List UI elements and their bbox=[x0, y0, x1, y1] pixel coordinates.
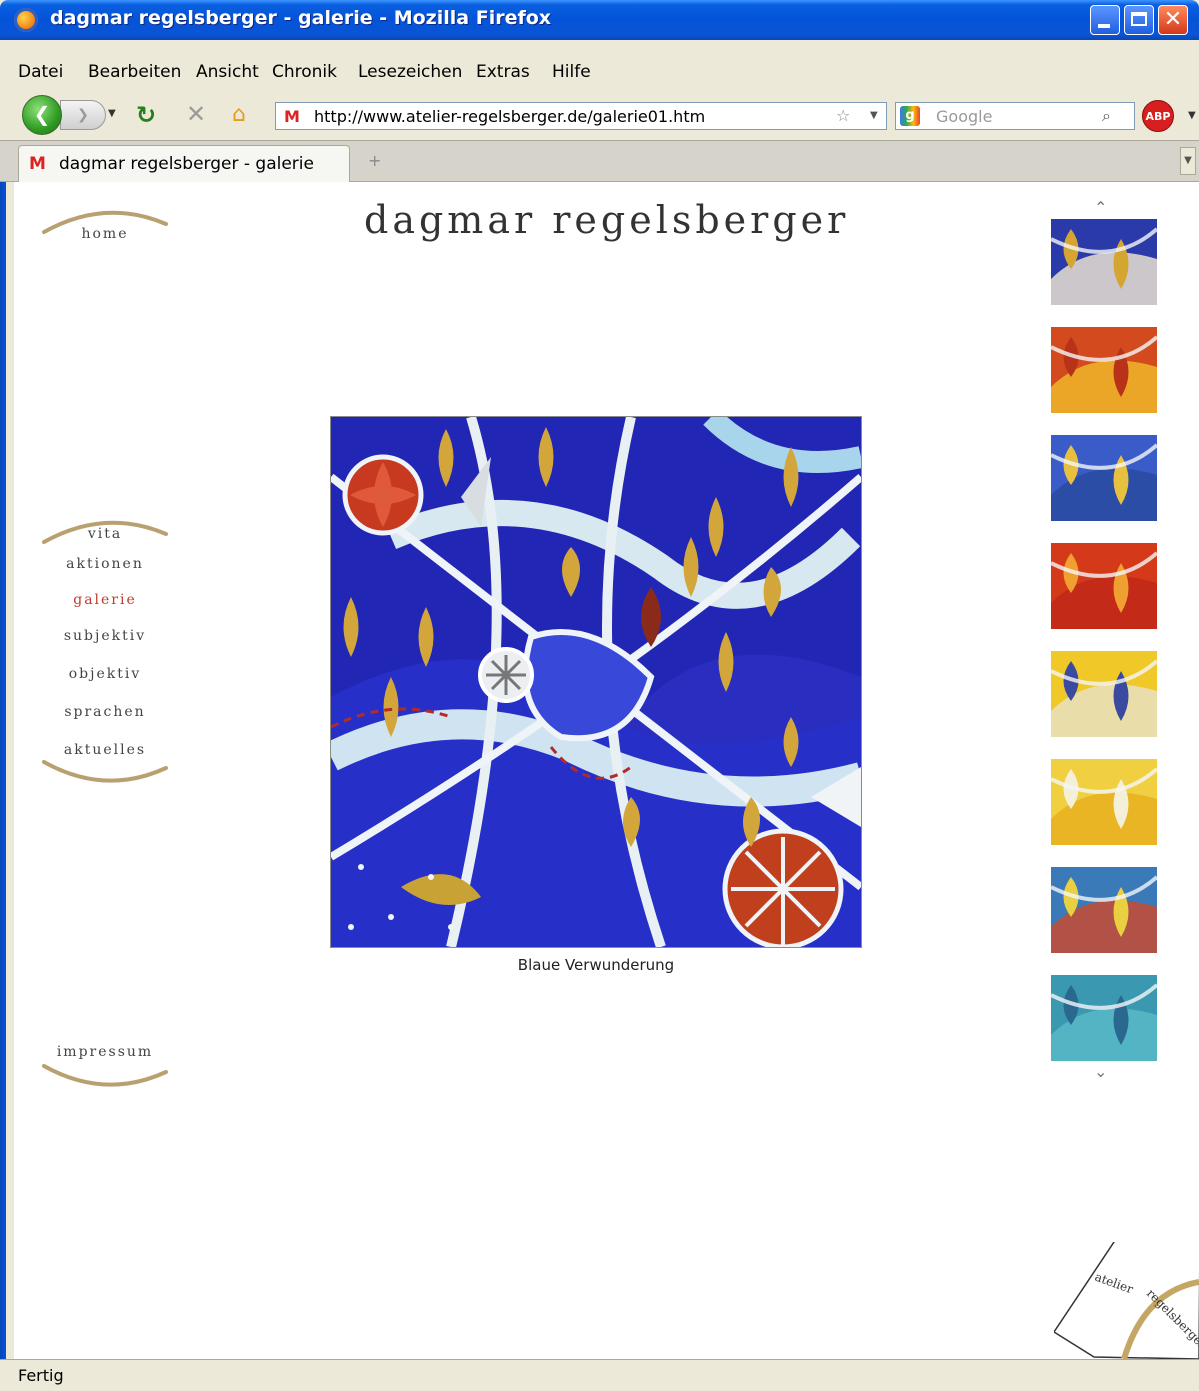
tab-bar: M dagmar regelsberger - galerie + ▼ bbox=[0, 140, 1199, 182]
tab-list-icon[interactable]: ▼ bbox=[1180, 147, 1196, 175]
reload-icon[interactable]: ↻ bbox=[136, 101, 156, 129]
nav-subjektiv-link[interactable]: subjektiv bbox=[40, 628, 170, 644]
menu-datei[interactable]: Datei bbox=[18, 62, 63, 82]
thumb-5[interactable] bbox=[1051, 651, 1157, 737]
tab-favicon-icon: M bbox=[29, 154, 46, 174]
thumb-7[interactable] bbox=[1051, 867, 1157, 953]
nav-objektiv-link[interactable]: objektiv bbox=[40, 666, 170, 682]
title-bar[interactable]: dagmar regelsberger - galerie - Mozilla … bbox=[0, 0, 1199, 40]
tab-label: dagmar regelsberger - galerie bbox=[59, 154, 314, 174]
thumb-6[interactable] bbox=[1051, 759, 1157, 845]
atelier-card-image: atelier regelsberger bbox=[1054, 1242, 1199, 1359]
window-title: dagmar regelsberger - galerie - Mozilla … bbox=[50, 7, 552, 29]
thumbs-down-arrow-icon[interactable]: ⌄ bbox=[1094, 1062, 1107, 1081]
bookmark-star-icon[interactable]: ☆ bbox=[836, 106, 850, 125]
nav-sprachen-link[interactable]: sprachen bbox=[40, 704, 170, 720]
url-text[interactable]: http://www.atelier-regelsberger.de/galer… bbox=[314, 107, 705, 126]
search-input[interactable]: Google bbox=[936, 107, 992, 126]
thumb-3[interactable] bbox=[1051, 435, 1157, 521]
nav-home-link[interactable]: home bbox=[40, 226, 170, 242]
menu-hilfe[interactable]: Hilfe bbox=[552, 62, 591, 82]
forward-button[interactable]: ❯ bbox=[60, 100, 106, 130]
maximize-button[interactable] bbox=[1124, 5, 1154, 35]
nav-aktionen-link[interactable]: aktionen bbox=[40, 556, 170, 572]
menu-bottom-arc-ornament bbox=[42, 760, 168, 783]
browser-window: dagmar regelsberger - galerie - Mozilla … bbox=[0, 0, 1199, 1391]
navigation-toolbar: ❯ ❮ ▼ ↻ ✕ ⌂ M http://www.atelier-regelsb… bbox=[0, 88, 1199, 140]
impressum-arc-ornament bbox=[42, 1064, 168, 1087]
site-favicon-icon: M bbox=[284, 107, 300, 126]
search-icon[interactable]: ⌕ bbox=[1102, 106, 1111, 126]
url-dropdown-icon[interactable]: ▼ bbox=[870, 110, 878, 121]
menu-lesezeichen[interactable]: Lesezeichen bbox=[358, 62, 462, 82]
back-icon: ❮ bbox=[33, 102, 51, 126]
menu-extras[interactable]: Extras bbox=[476, 62, 530, 82]
thumb-1[interactable] bbox=[1051, 219, 1157, 305]
firefox-icon bbox=[14, 8, 38, 32]
thumb-8[interactable] bbox=[1051, 975, 1157, 1061]
nav-galerie-link[interactable]: galerie bbox=[40, 592, 170, 608]
page-content: home dagmar regelsberger vita aktionen g… bbox=[14, 182, 1199, 1359]
close-icon: ✕ bbox=[1163, 7, 1183, 32]
site-title: dagmar regelsberger bbox=[364, 198, 850, 242]
history-dropdown-icon[interactable]: ▼ bbox=[108, 108, 116, 119]
close-button[interactable]: ✕ bbox=[1158, 5, 1188, 35]
url-bar[interactable]: M http://www.atelier-regelsberger.de/gal… bbox=[275, 102, 887, 130]
stop-icon[interactable]: ✕ bbox=[186, 100, 206, 128]
status-text: Fertig bbox=[18, 1366, 64, 1385]
menu-bar: Datei Bearbeiten Ansicht Chronik Lesezei… bbox=[0, 40, 1199, 88]
back-button[interactable]: ❮ bbox=[22, 95, 62, 135]
menu-ansicht[interactable]: Ansicht bbox=[196, 62, 259, 82]
artwork-image[interactable] bbox=[330, 416, 862, 948]
toolbar-overflow-icon[interactable]: ▼ bbox=[1188, 110, 1196, 121]
adblock-plus-icon[interactable]: ABP bbox=[1142, 100, 1174, 132]
tab-galerie[interactable]: M dagmar regelsberger - galerie bbox=[18, 145, 350, 182]
nav-vita-link[interactable]: vita bbox=[40, 526, 170, 542]
status-bar: Fertig bbox=[0, 1359, 1199, 1391]
forward-icon: ❯ bbox=[77, 107, 89, 123]
menu-bearbeiten[interactable]: Bearbeiten bbox=[88, 62, 181, 82]
thumbs-up-arrow-icon[interactable]: ⌃ bbox=[1094, 198, 1107, 217]
artwork-caption: Blaue Verwunderung bbox=[517, 956, 675, 974]
new-tab-icon[interactable]: + bbox=[368, 151, 381, 170]
home-icon[interactable]: ⌂ bbox=[232, 102, 246, 127]
search-box[interactable]: g Google ⌕ bbox=[895, 102, 1135, 130]
thumb-4[interactable] bbox=[1051, 543, 1157, 629]
google-engine-icon[interactable]: g bbox=[900, 106, 920, 126]
window-border bbox=[0, 182, 14, 1359]
thumb-2[interactable] bbox=[1051, 327, 1157, 413]
menu-chronik[interactable]: Chronik bbox=[272, 62, 337, 82]
minimize-button[interactable] bbox=[1090, 5, 1120, 35]
